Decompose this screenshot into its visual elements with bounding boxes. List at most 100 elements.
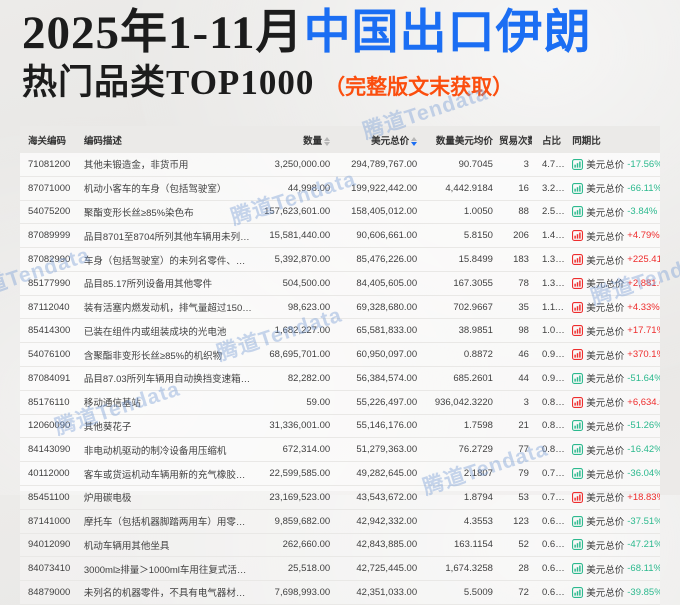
- yoy-percentage: +4.33%: [627, 301, 660, 313]
- cell-description: 其他未锻造金，非货币用: [80, 153, 257, 177]
- cell-hs-code: 71081200: [20, 153, 81, 177]
- table-row: 94012090 机动车辆用其他坐具 262,660.00 42,843,885…: [20, 533, 660, 558]
- cell-avg-price: 1.8794: [420, 485, 496, 510]
- cell-usd-total: 49,282,645.00: [333, 461, 421, 486]
- cell-share: 1.35%: [531, 271, 570, 296]
- trade-data-table: 海关编码 编码描述 数量 美元总价 数量美元均价 贸易次数 占比 同期比 710…: [20, 126, 660, 605]
- cell-yoy: 美元总价 +4.33%: [569, 295, 660, 320]
- cell-trade-count: 79: [495, 461, 532, 486]
- cell-usd-total: 90,606,661.00: [333, 223, 421, 249]
- cell-hs-code: 40112000: [20, 461, 81, 486]
- table-row: 87084091 品目87.03所列车辆用自动换挡变速箱及其零件 82,282.…: [20, 366, 660, 391]
- cell-avg-price: 936,042.3220: [420, 390, 496, 415]
- cell-usd-total: 55,146,176.00: [333, 414, 421, 439]
- yoy-metric-label: 美元总价: [586, 184, 625, 196]
- cell-share: 0.90%: [531, 366, 570, 391]
- column-header-hs-code: 海关编码: [20, 126, 81, 153]
- cell-quantity: 25,518.00: [256, 556, 334, 582]
- yoy-metric-label: 美元总价: [586, 588, 625, 600]
- cell-share: 1.11%: [531, 295, 570, 320]
- yoy-percentage: -47.21%: [627, 539, 660, 551]
- cell-share: 0.89%: [531, 390, 570, 415]
- cell-hs-code: 12060090: [20, 414, 81, 439]
- cell-share: 0.69%: [531, 533, 570, 558]
- subtitle-note: （完整版文末获取）: [324, 75, 514, 100]
- cell-description: 机动车辆用其他坐具: [80, 533, 257, 558]
- yoy-metric-label: 美元总价: [586, 517, 625, 529]
- cell-hs-code: 85451100: [20, 485, 81, 510]
- cell-description: 品目85.17所列设备用其他零件: [80, 271, 257, 296]
- cell-hs-code: 85414300: [20, 318, 81, 344]
- cell-usd-total: 158,405,012.00: [333, 200, 421, 225]
- cell-hs-code: 84143090: [20, 437, 81, 463]
- column-header-trade-count-sort[interactable]: 贸易次数: [495, 126, 532, 153]
- cell-share: 0.79%: [531, 461, 570, 486]
- table-row: 85451100 炉用碳电极 23,169,523.00 43,543,672.…: [20, 485, 660, 510]
- yoy-percentage: -16.42%: [627, 444, 660, 456]
- cell-trade-count: 28: [495, 556, 532, 582]
- cell-description: 含聚酯非变形长丝≥85%的机织物: [80, 342, 257, 368]
- cell-trade-count: 3: [495, 153, 532, 177]
- cell-share: 0.69%: [531, 556, 570, 582]
- cell-quantity: 68,695,701.00: [256, 342, 334, 368]
- column-header-usd-total-sort[interactable]: 美元总价: [333, 126, 421, 153]
- trend-chart-icon: [572, 586, 584, 598]
- cell-description: 其他葵花子: [80, 414, 257, 439]
- cell-avg-price: 38.9851: [420, 318, 496, 344]
- cell-trade-count: 78: [495, 271, 532, 296]
- cell-share: 1.37%: [531, 247, 570, 272]
- cell-avg-price: 167.3055: [420, 271, 496, 296]
- yoy-metric-label: 美元总价: [586, 207, 625, 219]
- cell-avg-price: 685.2601: [420, 366, 496, 391]
- cell-yoy: 美元总价 -47.21%: [569, 533, 660, 558]
- column-header-share: 占比: [531, 126, 570, 153]
- sort-icon[interactable]: [324, 136, 331, 147]
- cell-trade-count: 53: [495, 485, 532, 510]
- cell-trade-count: 16: [495, 176, 532, 201]
- cell-share: 3.21%: [531, 176, 570, 201]
- cell-yoy: 美元总价 -16.42%: [569, 437, 660, 463]
- cell-avg-price: 1.0050: [420, 200, 496, 225]
- table-header-row: 海关编码 编码描述 数量 美元总价 数量美元均价 贸易次数 占比 同期比: [20, 126, 660, 153]
- yoy-percentage: -51.64%: [627, 372, 660, 384]
- yoy-metric-label: 美元总价: [586, 350, 625, 362]
- page-header: 2025年1-11月中国出口伊朗 热门品类TOP1000 （完整版文末获取）: [22, 6, 592, 103]
- cell-quantity: 15,581,440.00: [256, 223, 334, 249]
- column-header-avg-price: 数量美元均价: [420, 126, 496, 153]
- table-row: 84073410 3000ml≥排量＞1000ml车用往复式活塞发动机 25,5…: [20, 556, 660, 582]
- cell-quantity: 23,169,523.00: [256, 485, 334, 510]
- trend-chart-icon: [572, 563, 584, 575]
- trend-chart-icon: [572, 515, 584, 527]
- yoy-percentage: -17.56%: [627, 158, 660, 170]
- cell-share: 4.73%: [531, 153, 570, 177]
- trend-chart-icon: [572, 372, 584, 384]
- cell-hs-code: 84879000: [20, 580, 81, 605]
- cell-avg-price: 5.5009: [420, 580, 496, 605]
- table-row: 87082990 车身（包括驾驶室）的未列名零件、附件 5,392,870.00…: [20, 247, 660, 272]
- cell-yoy: 美元总价 -51.64%: [569, 366, 660, 391]
- cell-hs-code: 87071000: [20, 176, 81, 201]
- column-header-quantity-sort[interactable]: 数量: [256, 126, 334, 153]
- cell-quantity: 31,336,001.00: [256, 414, 334, 439]
- cell-trade-count: 35: [495, 295, 532, 320]
- cell-description: 3000ml≥排量＞1000ml车用往复式活塞发动机: [80, 556, 257, 582]
- trend-chart-icon: [572, 539, 584, 551]
- trend-chart-icon: [572, 396, 584, 408]
- trend-chart-icon: [572, 325, 584, 337]
- cell-yoy: 美元总价 -36.04%: [569, 461, 660, 486]
- cell-trade-count: 72: [495, 580, 532, 605]
- yoy-metric-label: 美元总价: [586, 398, 625, 410]
- cell-share: 2.54%: [531, 200, 570, 225]
- sort-icon-active-desc[interactable]: [411, 136, 418, 147]
- cell-trade-count: 3: [495, 390, 532, 415]
- yoy-percentage: -66.11%: [627, 182, 660, 194]
- cell-quantity: 672,314.00: [256, 437, 334, 463]
- cell-quantity: 1,682,227.00: [256, 318, 334, 344]
- yoy-metric-label: 美元总价: [586, 493, 625, 505]
- cell-yoy: 美元总价 +2,881.03%: [569, 271, 660, 296]
- yoy-percentage: +225.41%: [627, 254, 660, 266]
- cell-quantity: 9,859,682.00: [256, 509, 334, 534]
- title-subject: 中国出口伊朗: [303, 7, 592, 59]
- yoy-percentage: +6,634.51%: [627, 396, 660, 408]
- cell-trade-count: 123: [495, 509, 532, 534]
